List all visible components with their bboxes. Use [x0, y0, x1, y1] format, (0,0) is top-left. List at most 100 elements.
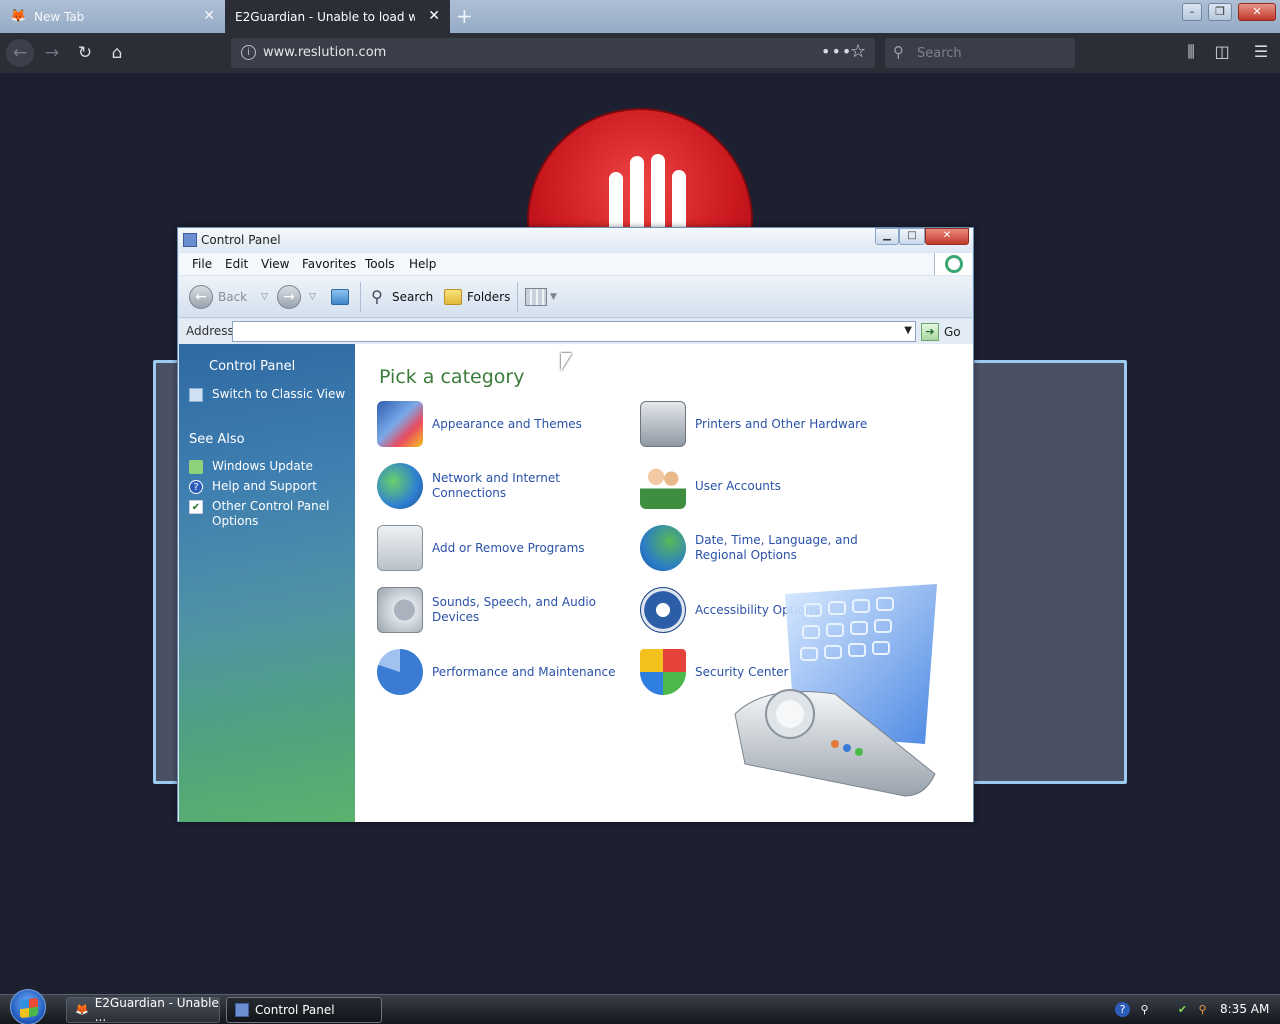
dropdown-arrow-icon[interactable]: ▽	[309, 292, 316, 302]
category-performance-maintenance[interactable]: Performance and Maintenance	[377, 649, 632, 695]
taskbar: 🦊 E2Guardian - Unable ... Control Panel …	[0, 989, 1280, 1024]
loading-ring-icon	[945, 255, 963, 273]
accessibility-icon	[640, 587, 686, 633]
windows-update-icon	[189, 460, 203, 474]
category-add-remove-programs[interactable]: Add or Remove Programs	[377, 525, 632, 571]
category-date-time-regional[interactable]: Date, Time, Language, and Regional Optio…	[640, 525, 895, 571]
up-folder-icon	[331, 289, 349, 305]
checklist-icon: ✔	[189, 500, 203, 514]
folders-label: Folders	[467, 290, 511, 304]
minimize-button[interactable]: –	[1182, 3, 1202, 21]
menu-edit[interactable]: Edit	[225, 257, 248, 271]
security-shield-icon	[640, 649, 686, 695]
tab-new-tab[interactable]: 🦊 New Tab ✕	[0, 0, 225, 33]
tab-e2guardian[interactable]: E2Guardian - Unable to load websit ✕	[225, 0, 450, 33]
chevron-down-icon[interactable]: ▼	[904, 325, 912, 336]
category-user-accounts[interactable]: User Accounts	[640, 463, 895, 509]
category-sounds-speech-audio[interactable]: Sounds, Speech, and Audio Devices	[377, 587, 632, 633]
windows-throbber	[934, 253, 972, 275]
programs-box-icon	[377, 525, 423, 571]
menu-view[interactable]: View	[261, 257, 289, 271]
folders-button[interactable]: Folders	[444, 284, 510, 310]
go-arrow-icon: ➔	[921, 322, 939, 341]
system-tray: ? ⚲ ✔ ⚲ 8:35 AM	[1105, 995, 1280, 1024]
back-button[interactable]: ← Back ▽	[189, 284, 268, 310]
other-options-link[interactable]: ✔ Other Control Panel Options	[189, 499, 349, 529]
category-printers-hardware[interactable]: Printers and Other Hardware	[640, 401, 895, 447]
firefox-icon: 🦊	[10, 8, 27, 24]
category-appearance-themes[interactable]: Appearance and Themes	[377, 401, 632, 447]
switch-classic-view-link[interactable]: Switch to Classic View	[189, 387, 349, 402]
address-input[interactable]: ▼	[232, 321, 916, 342]
new-tab-plus-icon[interactable]: +	[456, 5, 473, 27]
library-icon[interactable]: ⫼	[1180, 42, 1202, 62]
folders-icon	[444, 289, 462, 305]
search-button[interactable]: ⚲ Search	[367, 284, 433, 310]
close-button[interactable]: ✕	[925, 228, 969, 245]
menu-help[interactable]: Help	[409, 257, 436, 271]
start-button[interactable]	[10, 989, 46, 1024]
help-icon[interactable]: ?	[1115, 1002, 1130, 1017]
category-network-internet[interactable]: Network and Internet Connections	[377, 463, 632, 509]
forward-arrow-icon[interactable]: →	[38, 39, 66, 67]
close-tab-icon[interactable]: ✕	[203, 9, 215, 23]
speaker-icon	[377, 587, 423, 633]
url-bar[interactable]: i www.reslution.com ••• ☆	[231, 38, 875, 68]
search-icon[interactable]: ⚲	[1195, 1002, 1210, 1017]
close-tab-icon[interactable]: ✕	[428, 9, 440, 23]
tab-label: E2Guardian - Unable to load websit	[235, 9, 415, 24]
search-icon: ⚲	[371, 287, 383, 306]
home-icon[interactable]: ⌂	[103, 39, 131, 67]
up-folder-button[interactable]	[331, 284, 354, 310]
url-text[interactable]: www.reslution.com	[263, 45, 386, 60]
taskbar-item-e2guardian[interactable]: 🦊 E2Guardian - Unable ...	[66, 996, 220, 1024]
more-dots-icon[interactable]: •••	[821, 42, 852, 61]
hamburger-menu-icon[interactable]: ☰	[1250, 42, 1272, 61]
sidebar-icon[interactable]: ◫	[1211, 42, 1233, 61]
search-icon: ⚲	[893, 43, 904, 61]
address-label: Address	[186, 324, 234, 338]
dropdown-arrow-icon[interactable]: ▽	[261, 292, 268, 302]
network-globe-icon	[377, 463, 423, 509]
minimize-button[interactable]: ▁	[875, 228, 899, 245]
search-input[interactable]: ⚲ Search	[885, 38, 1075, 68]
sidebar-title: Control Panel	[209, 359, 296, 374]
menu-file[interactable]: File	[192, 257, 212, 271]
printer-icon	[640, 401, 686, 447]
tab-label: New Tab	[34, 9, 85, 24]
pie-chart-icon	[377, 649, 423, 695]
info-icon[interactable]: i	[241, 45, 256, 60]
reload-icon[interactable]: ↻	[71, 39, 99, 67]
see-also-heading: See Also	[189, 432, 245, 447]
windows-update-link[interactable]: Windows Update	[189, 459, 349, 474]
navigation-toolbar: ← → ↻ ⌂ i www.reslution.com ••• ☆ ⚲ Sear…	[0, 33, 1280, 73]
address-bar: Address ▼ ➔ Go	[179, 319, 972, 344]
back-arrow-icon[interactable]: ←	[6, 39, 34, 67]
control-panel-window: Control Panel ▁ □ ✕ File Edit View Favor…	[177, 227, 974, 822]
control-panel-icon	[235, 1003, 249, 1017]
forward-button[interactable]: → ▽	[277, 284, 316, 310]
views-icon	[525, 288, 547, 306]
maximize-button[interactable]: ❐	[1208, 3, 1232, 21]
firefox-icon: 🦊	[75, 1003, 89, 1016]
control-panel-artwork	[734, 584, 937, 797]
views-button[interactable]: ▼	[525, 284, 557, 310]
windows-flag-icon	[20, 997, 38, 1019]
menu-favorites[interactable]: Favorites	[302, 257, 356, 271]
usb-icon[interactable]: ⚲	[1137, 1002, 1152, 1017]
mouse-cursor	[561, 353, 572, 371]
close-window-button[interactable]: ✕	[1238, 3, 1276, 21]
back-arrow-icon: ←	[189, 285, 213, 309]
maximize-button[interactable]: □	[899, 228, 925, 245]
clock[interactable]: 8:35 AM	[1220, 1002, 1269, 1016]
go-button[interactable]: ➔ Go	[921, 321, 961, 342]
users-icon	[640, 463, 686, 509]
menu-tools[interactable]: Tools	[365, 257, 395, 271]
taskbar-item-control-panel[interactable]: Control Panel	[226, 997, 382, 1023]
window-titlebar[interactable]: Control Panel ▁ □ ✕	[178, 228, 973, 252]
globe-clock-icon	[640, 525, 686, 571]
network-icon[interactable]: ✔	[1175, 1002, 1190, 1017]
star-icon[interactable]: ☆	[850, 41, 866, 62]
tab-strip: 🦊 New Tab ✕ E2Guardian - Unable to load …	[0, 0, 1280, 33]
help-support-link[interactable]: ? Help and Support	[189, 479, 349, 494]
